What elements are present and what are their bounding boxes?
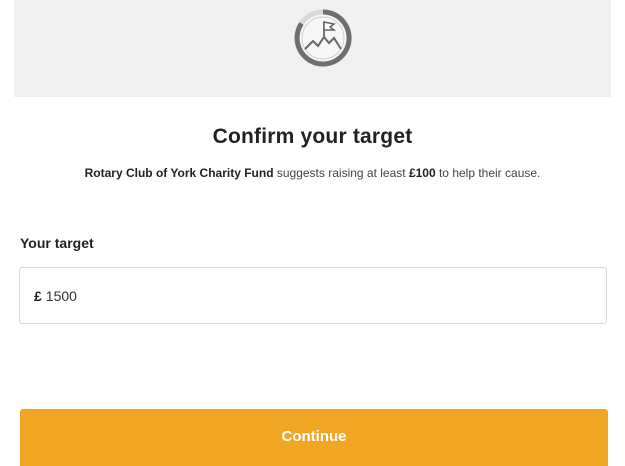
hero-banner [14,0,611,97]
flag-on-mountain-icon [294,9,352,67]
suggestion-end-text: to help their cause. [435,166,541,180]
page-title: Confirm your target [212,125,413,148]
suggested-amount: £100 [408,166,436,180]
continue-button[interactable]: Continue [20,409,608,466]
page: Confirm your target Rotary Club of York … [0,0,625,466]
target-suggestion-text: Rotary Club of York Charity Fund suggest… [0,166,625,180]
target-input-container[interactable]: £ [19,267,607,324]
currency-symbol: £ [34,287,42,304]
suggestion-middle-text: suggests raising at least [273,166,409,180]
target-field-label: Your target [20,235,94,251]
charity-name: Rotary Club of York Charity Fund [84,166,274,180]
target-amount-input[interactable] [45,287,566,304]
